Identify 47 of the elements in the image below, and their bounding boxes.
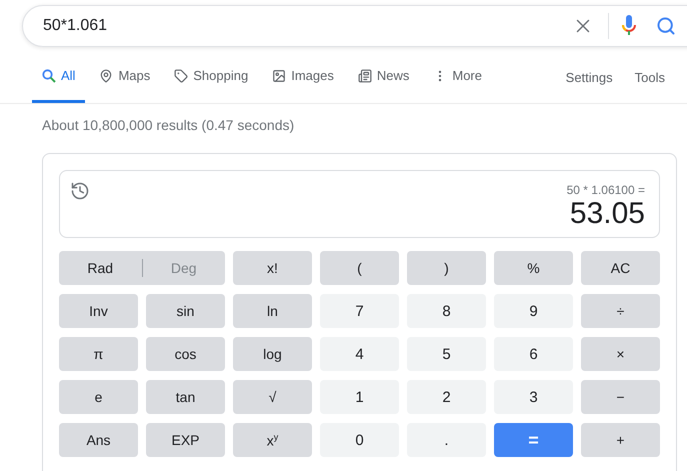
calculator-key[interactable]: ) (407, 251, 486, 285)
equals-key[interactable]: = (494, 423, 573, 457)
calculator-key[interactable]: 3 (494, 380, 573, 414)
calculator-key[interactable]: EXP (146, 423, 225, 457)
search-tab[interactable]: All (32, 48, 86, 103)
calculator-key[interactable]: 2 (407, 380, 486, 414)
calculator-key[interactable]: cos (146, 337, 225, 371)
angle-option[interactable]: Rad (59, 251, 142, 285)
calculator-key[interactable]: % (494, 251, 573, 285)
search-field[interactable]: 50*1.061 (22, 5, 687, 47)
search-input[interactable]: 50*1.061 (43, 17, 572, 35)
calculator-expression: 50 * 1.06100 = (566, 183, 645, 197)
calculator-key[interactable]: AC (581, 251, 660, 285)
calculator-key[interactable]: sin (146, 294, 225, 328)
calculator-key[interactable]: ln (233, 294, 312, 328)
calculator-key[interactable]: Inv (59, 294, 138, 328)
search-tab[interactable]: More (423, 48, 492, 103)
calculator-key[interactable]: x$^{y}$ (233, 423, 312, 457)
calculator-key[interactable]: 4 (320, 337, 399, 371)
calculator-key[interactable]: × (581, 337, 660, 371)
calculator-key[interactable]: e (59, 380, 138, 414)
result-stats: About 10,800,000 results (0.47 seconds) (41, 116, 296, 135)
calculator-key[interactable]: + (581, 423, 660, 457)
calculator-key[interactable]: √ (233, 380, 312, 414)
tool-link[interactable]: Settings (566, 48, 613, 103)
search-tab[interactable]: Images (262, 48, 344, 103)
search-tab[interactable]: Maps (89, 48, 160, 103)
calculator-key[interactable]: . (407, 423, 486, 457)
calculator-result: 53.05 (570, 197, 645, 231)
calculator-key[interactable]: 5 (407, 337, 486, 371)
calculator-key[interactable]: π (59, 337, 138, 371)
calculator-key[interactable]: log (233, 337, 312, 371)
calculator-key[interactable]: 1 (320, 380, 399, 414)
search-tab[interactable]: Shopping (164, 48, 258, 103)
calculator-key[interactable]: ( (320, 251, 399, 285)
calculator-key[interactable]: 6 (494, 337, 573, 371)
calculator-key[interactable]: Ans (59, 423, 138, 457)
search-tab[interactable]: News (348, 48, 420, 103)
calculator-key[interactable]: 9 (494, 294, 573, 328)
tool-link[interactable]: Tools (634, 48, 665, 103)
calculator-key[interactable]: 7 (320, 294, 399, 328)
calculator-key[interactable]: ÷ (581, 294, 660, 328)
calculator-key[interactable]: x! (233, 251, 312, 285)
calculator-key[interactable]: 0 (320, 423, 399, 457)
calculator-key[interactable]: tan (146, 380, 225, 414)
calculator-key[interactable]: 8 (407, 294, 486, 328)
calculator-key[interactable]: − (581, 380, 660, 414)
